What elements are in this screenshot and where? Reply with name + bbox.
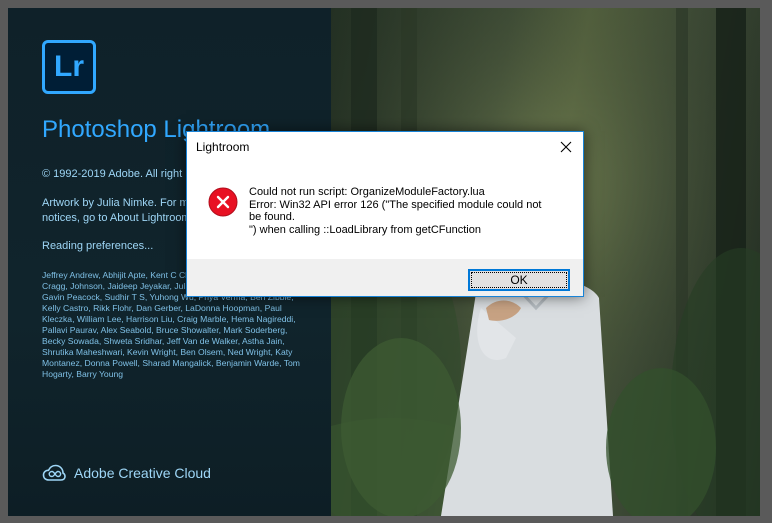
error-dialog: Lightroom Could not run script: Organize… xyxy=(186,131,584,297)
error-message-line: be found. xyxy=(249,211,295,223)
artwork-credit-line: notices, go to About Lightroom xyxy=(42,212,191,224)
error-message-line: Error: Win32 API error 126 ("The specifi… xyxy=(249,198,542,211)
loading-status: Reading preferences... xyxy=(42,240,154,252)
adobe-creative-cloud-brand: Adobe Creative Cloud xyxy=(42,462,211,484)
creative-cloud-icon xyxy=(42,464,66,481)
error-message: Could not run script: OrganizeModuleFact… xyxy=(249,186,574,236)
error-message-line: ") when calling ::LoadLibrary from getCF… xyxy=(249,223,481,236)
artwork-credit: Artwork by Julia Nimke. For m notices, g… xyxy=(42,196,191,226)
close-button[interactable] xyxy=(549,132,583,162)
dialog-body: Could not run script: OrganizeModuleFact… xyxy=(187,162,583,259)
creative-cloud-label: Adobe Creative Cloud xyxy=(74,465,211,481)
error-x-icon xyxy=(208,187,238,217)
dialog-titlebar[interactable]: Lightroom xyxy=(187,132,583,162)
close-icon xyxy=(560,141,572,153)
artwork-credit-line: Artwork by Julia Nimke. For m xyxy=(42,197,189,209)
error-message-line: Could not run script: OrganizeModuleFact… xyxy=(249,186,485,198)
copyright-text: © 1992-2019 Adobe. All right xyxy=(42,168,183,180)
lightroom-logo: Lr xyxy=(42,40,96,94)
dialog-footer: OK xyxy=(187,259,583,296)
dialog-title: Lightroom xyxy=(196,140,250,154)
ok-button[interactable]: OK xyxy=(468,269,570,291)
